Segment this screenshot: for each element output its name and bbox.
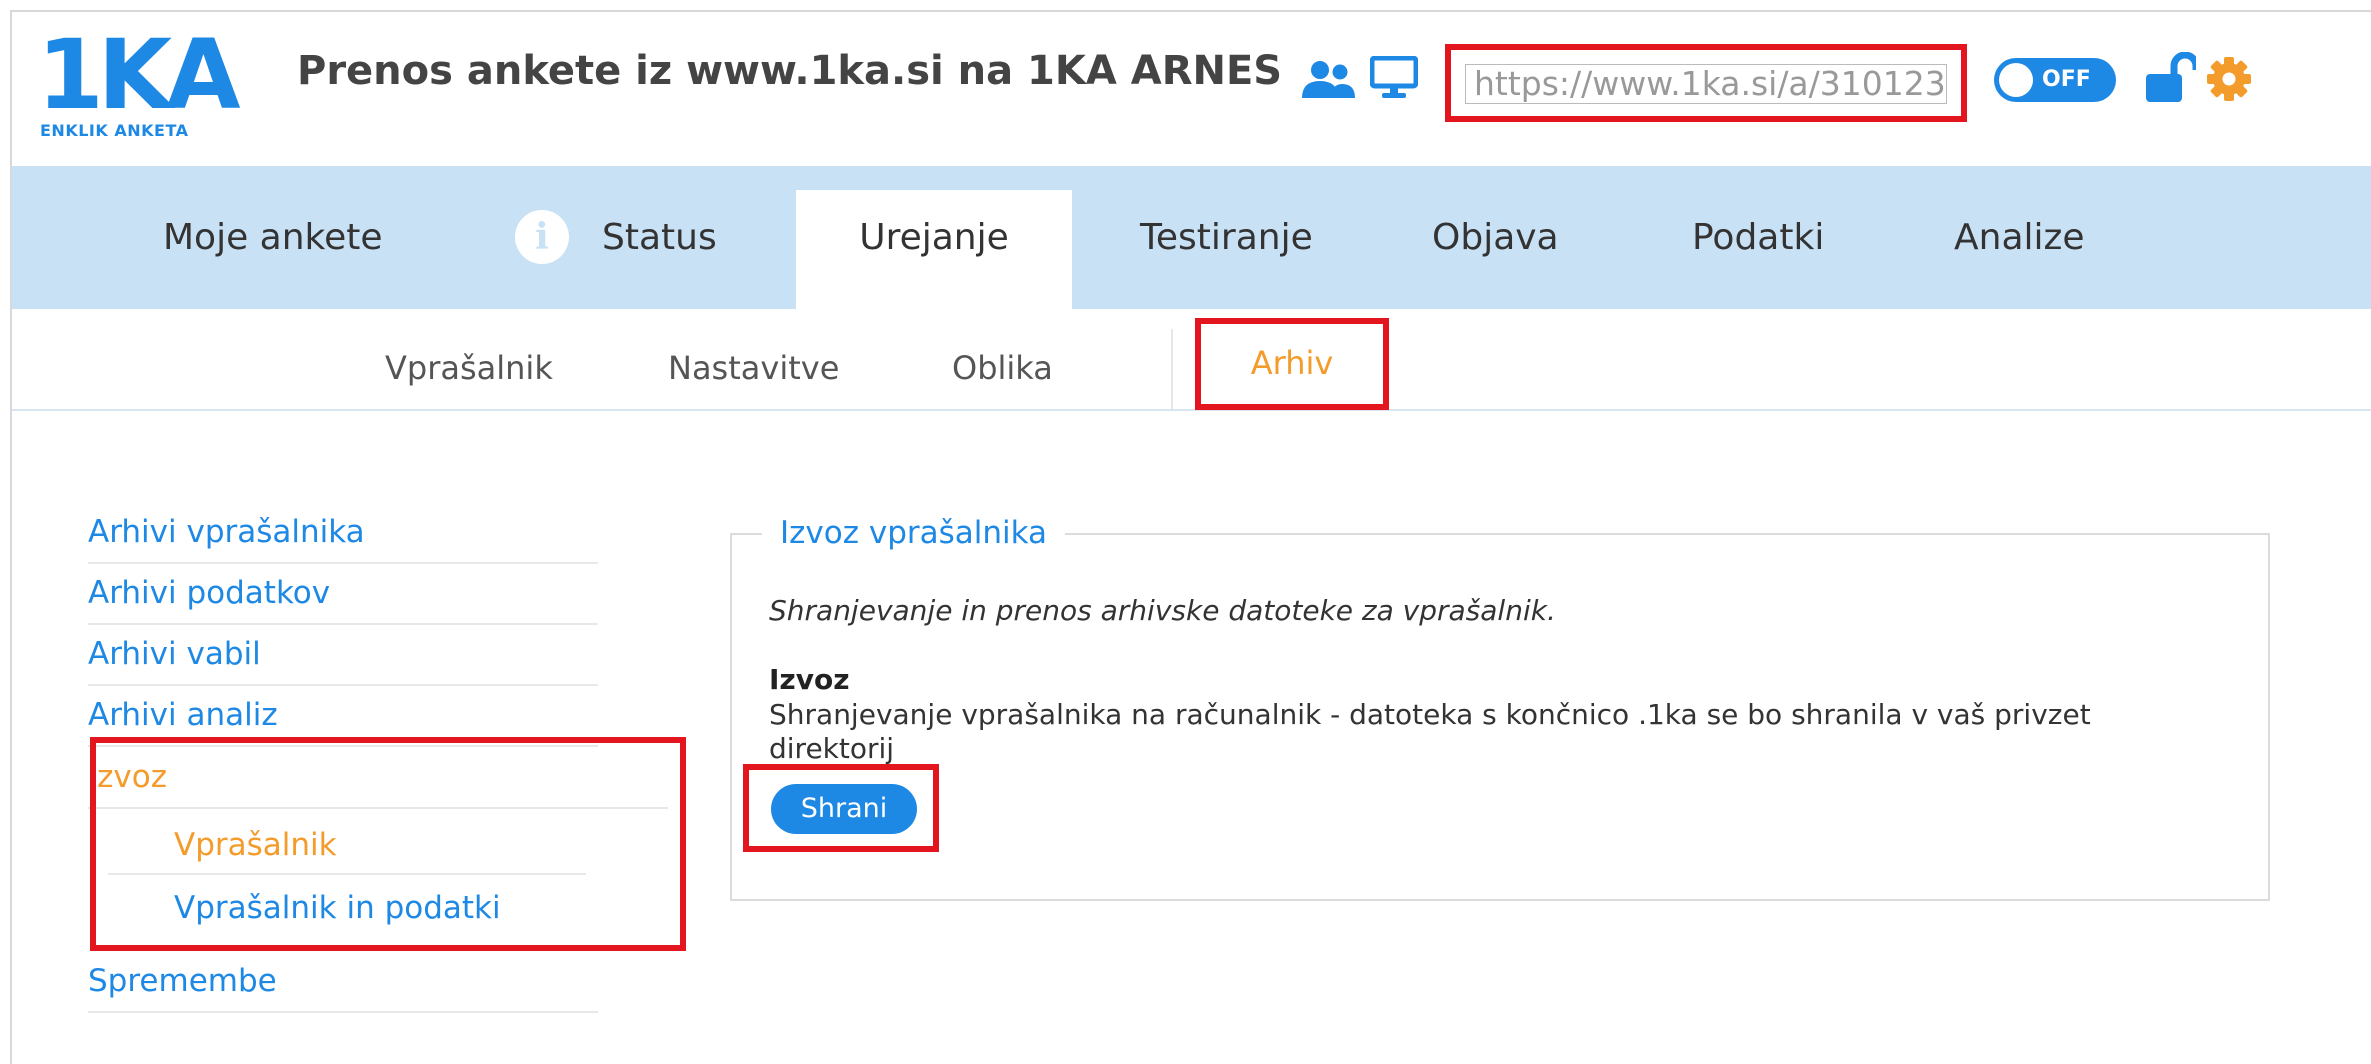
- subtab-vprasalnik[interactable]: Vprašalnik: [385, 349, 553, 387]
- toggle-knob: [1999, 63, 2033, 97]
- subtab-nastavitve[interactable]: Nastavitve: [668, 349, 839, 387]
- export-description: Shranjevanje in prenos arhivske datoteke…: [769, 594, 1556, 627]
- survey-url-field[interactable]: https://www.1ka.si/a/310123: [1465, 64, 1947, 104]
- subtab-oblika[interactable]: Oblika: [952, 349, 1053, 387]
- sub-navigation: Vprašalnik Nastavitve Oblika: [12, 309, 2371, 411]
- logo[interactable]: 1KA ENKLIK ANKETA: [37, 27, 240, 142]
- tab-urejanje[interactable]: Urejanje: [796, 190, 1072, 309]
- url-highlight: https://www.1ka.si/a/310123: [1445, 44, 1967, 122]
- sidebar-item-arhivi-podatkov[interactable]: Arhivi podatkov: [88, 563, 598, 625]
- izvoz-highlight: [90, 737, 686, 951]
- sidebar-item-arhivi-vprasalnika[interactable]: Arhivi vprašalnika: [88, 502, 598, 564]
- info-icon: i: [515, 210, 569, 264]
- monitor-icon[interactable]: [1370, 56, 1418, 100]
- tab-analize[interactable]: Analize: [1954, 166, 2085, 309]
- tab-status[interactable]: Status: [602, 166, 717, 309]
- izvoz-text: Shranjevanje vprašalnika na računalnik -…: [769, 698, 2091, 765]
- save-button[interactable]: Shrani: [771, 784, 917, 834]
- main-tabs: Moje ankete i Status Urejanje Testiranje…: [12, 166, 2371, 309]
- survey-active-toggle[interactable]: OFF: [1994, 58, 2116, 102]
- save-highlight: Shrani: [743, 764, 939, 852]
- arhiv-highlight: Arhiv: [1195, 318, 1389, 410]
- logo-text: 1KA: [37, 19, 240, 131]
- export-legend: Izvoz vprašalnika: [762, 515, 1066, 551]
- users-icon[interactable]: [1300, 60, 1356, 100]
- tab-testiranje[interactable]: Testiranje: [1140, 166, 1313, 309]
- subnav-divider: [1171, 329, 1173, 409]
- tab-objava[interactable]: Objava: [1432, 166, 1559, 309]
- gear-icon[interactable]: [2206, 56, 2252, 102]
- subtab-arhiv[interactable]: Arhiv: [1201, 344, 1383, 382]
- survey-title: Prenos ankete iz www.1ka.si na 1KA ARNES: [297, 48, 1283, 94]
- unlock-icon[interactable]: [2144, 52, 2196, 104]
- tab-moje-ankete[interactable]: Moje ankete: [163, 166, 383, 309]
- logo-subtitle: ENKLIK ANKETA: [40, 121, 189, 140]
- sidebar-item-spremembe[interactable]: Spremembe: [88, 951, 598, 1013]
- toggle-label: OFF: [2042, 67, 2091, 92]
- sidebar-item-arhivi-vabil[interactable]: Arhivi vabil: [88, 624, 598, 686]
- tab-podatki[interactable]: Podatki: [1692, 166, 1824, 309]
- izvoz-heading: Izvoz: [769, 663, 850, 696]
